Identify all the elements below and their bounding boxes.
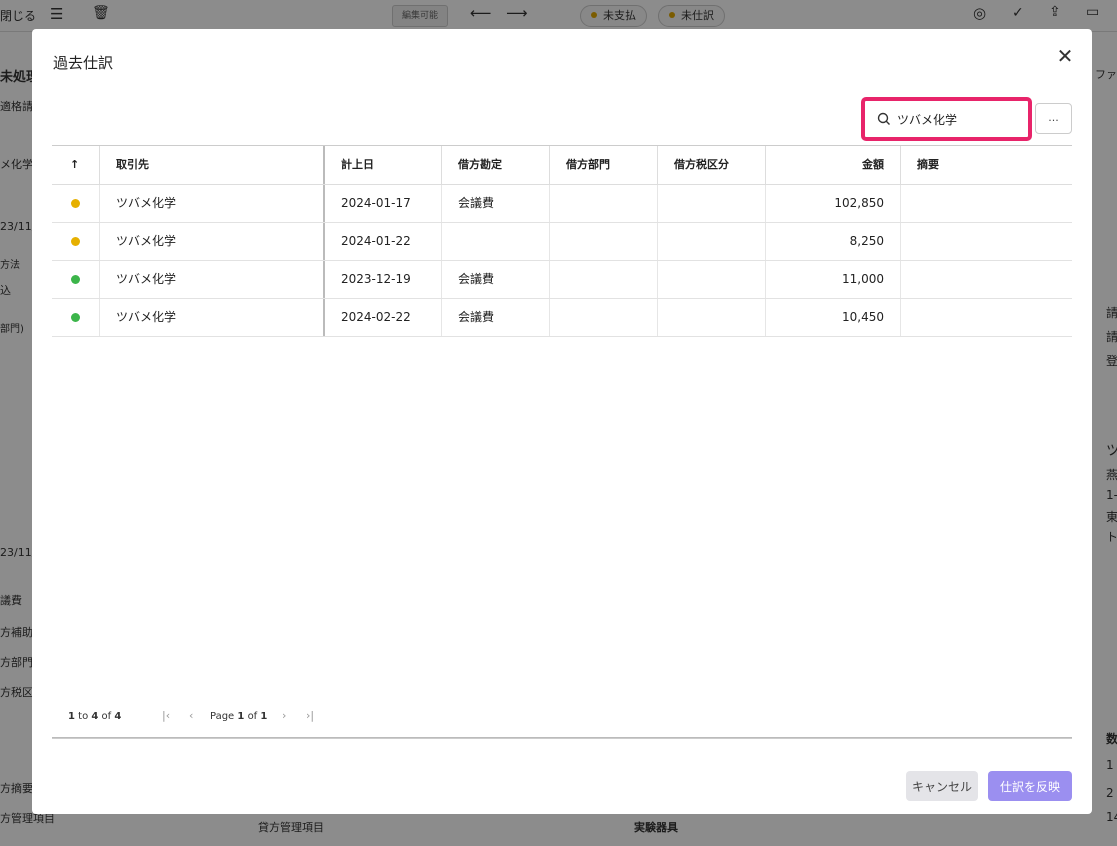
cell-dept (549, 261, 657, 298)
cell-dept (549, 299, 657, 336)
cell-partner: ツバメ化学 (99, 223, 323, 260)
pagination: 1 to 4 of 4 |‹ ‹ Page 1 of 1 › ›| (52, 695, 1072, 739)
status-dot-icon (71, 199, 80, 208)
column-header-amount[interactable]: 金額 (765, 146, 900, 184)
cell-tax (657, 299, 765, 336)
cell-dept (549, 185, 657, 222)
column-header-dept[interactable]: 借方部門 (549, 146, 657, 184)
cell-account: 会議費 (441, 261, 549, 298)
page-info: Page 1 of 1 (210, 711, 268, 722)
column-header-memo[interactable]: 摘要 (900, 146, 1072, 184)
cell-account: 会議費 (441, 185, 549, 222)
cell-amount: 8,250 (765, 223, 900, 260)
table-row[interactable]: ツバメ化学 2024-02-22 会議費 10,450 (52, 299, 1072, 337)
journal-grid: ↑ 取引先 計上日 借方勘定 借方部門 借方税区分 金額 摘要 ツバメ化学 202… (52, 145, 1072, 738)
table-row[interactable]: ツバメ化学 2023-12-19 会議費 11,000 (52, 261, 1072, 299)
more-options-button[interactable]: ... (1035, 103, 1072, 134)
cell-partner: ツバメ化学 (99, 185, 323, 222)
search-input[interactable] (897, 109, 1025, 129)
cell-amount: 10,450 (765, 299, 900, 336)
cell-memo (900, 299, 1072, 336)
cell-date: 2024-01-17 (323, 185, 441, 222)
next-page-icon[interactable]: › (282, 709, 286, 722)
apply-journal-button[interactable]: 仕訳を反映 (988, 771, 1072, 801)
column-header-date[interactable]: 計上日 (323, 146, 441, 184)
cell-partner: ツバメ化学 (99, 299, 323, 336)
close-icon[interactable]: ✕ (1054, 45, 1076, 67)
table-row[interactable]: ツバメ化学 2024-01-22 8,250 (52, 223, 1072, 261)
cell-memo (900, 223, 1072, 260)
cell-memo (900, 185, 1072, 222)
search-icon (877, 112, 890, 125)
cell-account: 会議費 (441, 299, 549, 336)
first-page-icon[interactable]: |‹ (162, 709, 170, 722)
cell-date: 2024-01-22 (323, 223, 441, 260)
cell-date: 2024-02-22 (323, 299, 441, 336)
status-dot-icon (71, 275, 80, 284)
cell-dept (549, 223, 657, 260)
cell-amount: 102,850 (765, 185, 900, 222)
cell-tax (657, 261, 765, 298)
last-page-icon[interactable]: ›| (306, 709, 314, 722)
status-dot-icon (71, 237, 80, 246)
sort-indicator-icon[interactable]: ↑ (52, 146, 99, 184)
past-journal-modal: 過去仕訳 ✕ ... ↑ 取引先 計上日 借方勘定 借方部門 借方税区分 金額 … (32, 29, 1092, 814)
cell-date: 2023-12-19 (323, 261, 441, 298)
column-header-partner[interactable]: 取引先 (99, 146, 323, 184)
prev-page-icon[interactable]: ‹ (189, 709, 193, 722)
cell-partner: ツバメ化学 (99, 261, 323, 298)
cell-amount: 11,000 (765, 261, 900, 298)
modal-title: 過去仕訳 (53, 54, 114, 72)
status-dot-icon (71, 313, 80, 322)
table-row[interactable]: ツバメ化学 2024-01-17 会議費 102,850 (52, 185, 1072, 223)
cell-memo (900, 261, 1072, 298)
cell-account (441, 223, 549, 260)
cancel-button[interactable]: キャンセル (906, 771, 978, 801)
column-header-tax[interactable]: 借方税区分 (657, 146, 765, 184)
search-box[interactable] (861, 97, 1032, 141)
row-summary: 1 to 4 of 4 (68, 711, 122, 722)
cell-tax (657, 185, 765, 222)
grid-header: ↑ 取引先 計上日 借方勘定 借方部門 借方税区分 金額 摘要 (52, 146, 1072, 185)
cell-tax (657, 223, 765, 260)
column-header-account[interactable]: 借方勘定 (441, 146, 549, 184)
